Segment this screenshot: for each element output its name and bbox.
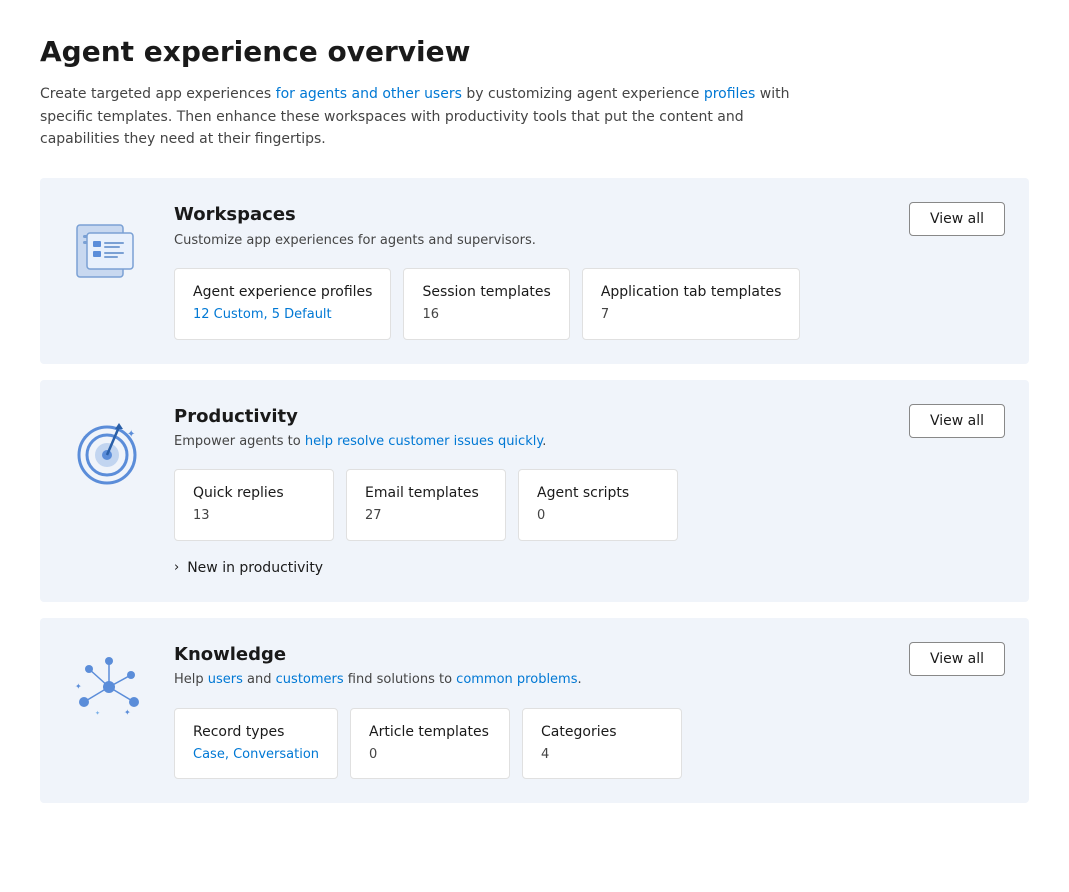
productivity-section: ✦ ✦ Productivity Empower agents to help … (40, 380, 1029, 603)
knowledge-link-problems[interactable]: common problems (456, 672, 577, 687)
email-templates-label: Email templates (365, 484, 487, 504)
record-types-label: Record types (193, 723, 319, 743)
agent-experience-profiles-card[interactable]: Agent experience profiles 12 Custom, 5 D… (174, 268, 391, 340)
workspaces-icon (64, 202, 154, 292)
quick-replies-label: Quick replies (193, 484, 315, 504)
knowledge-title: Knowledge (174, 642, 1005, 667)
knowledge-section: ✦ ✦ ✦ Knowledge Help users and customers… (40, 618, 1029, 803)
record-types-card[interactable]: Record types Case, Conversation (174, 708, 338, 780)
agent-scripts-value: 0 (537, 507, 659, 525)
knowledge-content: Knowledge Help users and customers find … (174, 642, 1005, 779)
email-templates-value: 27 (365, 507, 487, 525)
categories-card[interactable]: Categories 4 (522, 708, 682, 780)
agent-experience-profiles-value: 12 Custom, 5 Default (193, 306, 372, 324)
knowledge-cards-row: Record types Case, Conversation Article … (174, 708, 1005, 780)
productivity-subtitle: Empower agents to help resolve customer … (174, 433, 1005, 451)
knowledge-subtitle: Help users and customers find solutions … (174, 671, 1005, 689)
workspaces-subtitle: Customize app experiences for agents and… (174, 232, 1005, 250)
session-templates-value: 16 (422, 306, 550, 324)
svg-text:✦: ✦ (75, 682, 82, 691)
categories-value: 4 (541, 746, 663, 764)
record-types-value: Case, Conversation (193, 746, 319, 764)
new-in-productivity-label: New in productivity (187, 559, 323, 579)
knowledge-link-users[interactable]: users (208, 672, 243, 687)
knowledge-view-all-button[interactable]: View all (909, 642, 1005, 676)
chevron-right-icon: › (174, 559, 179, 577)
knowledge-link-customers[interactable]: customers (276, 672, 344, 687)
productivity-content: Productivity Empower agents to help reso… (174, 404, 1005, 579)
svg-text:✦: ✦ (127, 429, 135, 440)
workspaces-content: Workspaces Customize app experiences for… (174, 202, 1005, 339)
agent-experience-profiles-label: Agent experience profiles (193, 283, 372, 303)
productivity-link[interactable]: help resolve customer issues quickly (305, 434, 542, 449)
knowledge-icon: ✦ ✦ ✦ (64, 642, 154, 732)
page-title: Agent experience overview (40, 32, 1029, 71)
new-in-productivity-link[interactable]: › New in productivity (174, 559, 1005, 579)
article-templates-value: 0 (369, 746, 491, 764)
application-tab-templates-card[interactable]: Application tab templates 7 (582, 268, 801, 340)
article-templates-card[interactable]: Article templates 0 (350, 708, 510, 780)
application-tab-templates-value: 7 (601, 306, 782, 324)
page-description: Create targeted app experiences for agen… (40, 83, 820, 150)
workspaces-view-all-button[interactable]: View all (909, 202, 1005, 236)
productivity-title: Productivity (174, 404, 1005, 429)
email-templates-card[interactable]: Email templates 27 (346, 469, 506, 541)
workspaces-title: Workspaces (174, 202, 1005, 227)
workspaces-section: Workspaces Customize app experiences for… (40, 178, 1029, 363)
svg-text:✦: ✦ (83, 433, 89, 441)
svg-text:✦: ✦ (124, 708, 131, 717)
quick-replies-card[interactable]: Quick replies 13 (174, 469, 334, 541)
agent-scripts-card[interactable]: Agent scripts 0 (518, 469, 678, 541)
session-templates-card[interactable]: Session templates 16 (403, 268, 569, 340)
categories-label: Categories (541, 723, 663, 743)
productivity-cards-row: Quick replies 13 Email templates 27 Agen… (174, 469, 1005, 541)
svg-text:✦: ✦ (95, 710, 100, 717)
workspaces-cards-row: Agent experience profiles 12 Custom, 5 D… (174, 268, 1005, 340)
quick-replies-value: 13 (193, 507, 315, 525)
application-tab-templates-label: Application tab templates (601, 283, 782, 303)
link-for-agents[interactable]: for agents and other users (276, 86, 462, 102)
page-container: Agent experience overview Create targete… (0, 0, 1069, 892)
link-profiles[interactable]: profiles (704, 86, 756, 102)
productivity-view-all-button[interactable]: View all (909, 404, 1005, 438)
session-templates-label: Session templates (422, 283, 550, 303)
article-templates-label: Article templates (369, 723, 491, 743)
productivity-icon: ✦ ✦ (64, 404, 154, 494)
agent-scripts-label: Agent scripts (537, 484, 659, 504)
